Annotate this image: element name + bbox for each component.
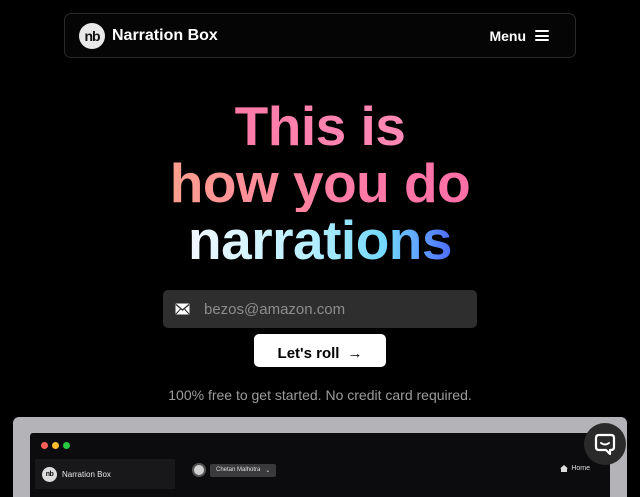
hamburger-icon [535, 30, 549, 41]
menu-label: Menu [489, 27, 526, 44]
email-field-container [163, 290, 477, 328]
lets-roll-button[interactable]: Let's roll → [254, 334, 386, 367]
chat-bubble-icon [594, 433, 616, 456]
preview-sidebar-header: nb Narration Box [35, 459, 175, 489]
hero-headline: This is how you do narrations [0, 98, 640, 269]
preview-avatar [192, 463, 206, 477]
brand-name[interactable]: Narration Box [112, 27, 218, 45]
preview-home-link: Home [560, 465, 590, 472]
window-dot-maximize [63, 442, 70, 449]
preview-user-name: Chetan Malhotra [216, 467, 261, 473]
app-preview: nb Narration Box Chetan Malhotra ⌄ Home [13, 417, 627, 497]
logo[interactable]: nb [79, 22, 105, 49]
window-dot-minimize [52, 442, 59, 449]
top-nav: nb Narration Box Menu [64, 13, 576, 58]
menu-button[interactable]: Menu [489, 28, 549, 44]
home-icon [560, 465, 569, 472]
chat-widget-button[interactable] [584, 423, 626, 465]
window-dot-close [41, 442, 48, 449]
signup-note: 100% free to get started. No credit card… [168, 387, 472, 403]
preview-brand: Narration Box [62, 469, 111, 479]
preview-logo: nb [42, 466, 57, 482]
chevron-down-icon: ⌄ [265, 467, 271, 474]
lets-roll-label: Let's roll [277, 345, 340, 362]
preview-user: Chetan Malhotra ⌄ [192, 463, 277, 477]
preview-user-dropdown: Chetan Malhotra ⌄ [210, 463, 277, 477]
hero-line-3: narrations [188, 209, 452, 271]
email-input[interactable] [202, 299, 477, 319]
arrow-right-icon: → [347, 345, 363, 362]
hero-line-2: how you do [169, 152, 471, 214]
preview-home-label: Home [571, 465, 590, 472]
envelope-icon [175, 303, 190, 315]
hero-line-1: This is [234, 95, 406, 157]
window-controls [41, 442, 70, 449]
app-preview-window: nb Narration Box Chetan Malhotra ⌄ Home [30, 433, 610, 497]
